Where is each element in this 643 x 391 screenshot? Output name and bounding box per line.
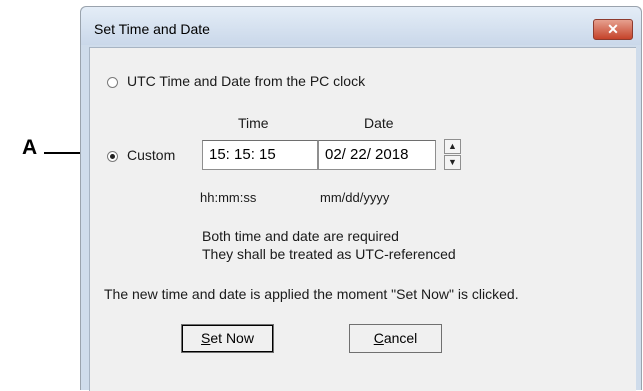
close-icon: ✕ [607,21,619,37]
time-header: Time [238,115,269,131]
set-time-date-dialog: Set Time and Date ✕ UTC Time and Date fr… [80,6,642,391]
spin-up-icon[interactable]: ▲ [444,139,461,154]
set-now-label: et Now [210,330,254,346]
dialog-title: Set Time and Date [94,21,210,37]
custom-radio-label[interactable]: Custom [127,147,175,163]
date-header: Date [364,115,394,131]
date-spinner[interactable]: ▲ ▼ [444,139,461,171]
custom-radio[interactable] [107,151,118,162]
cancel-button[interactable]: Cancel [349,324,442,353]
callout-label-a: A [22,136,38,159]
radio-selected-dot [110,154,115,159]
note-required: Both time and date are required [202,228,399,244]
date-input[interactable]: 02/ 22/ 2018 [318,140,436,170]
note-utc-referenced: They shall be treated as UTC-referenced [202,246,456,262]
cancel-mnemonic: C [373,330,384,346]
set-now-button[interactable]: Set Now [181,324,274,353]
set-now-mnemonic: S [201,330,211,346]
utc-radio-label[interactable]: UTC Time and Date from the PC clock [127,73,365,89]
title-bar[interactable]: Set Time and Date ✕ [81,7,641,45]
close-button[interactable]: ✕ [593,19,633,40]
spin-down-icon[interactable]: ▼ [444,155,461,170]
dialog-client-area: UTC Time and Date from the PC clock Time… [89,47,636,391]
time-format-hint: hh:mm:ss [200,190,257,205]
time-input[interactable]: 15: 15: 15 [202,140,318,170]
date-format-hint: mm/dd/yyyy [320,190,390,205]
note-apply: The new time and date is applied the mom… [104,286,519,302]
cancel-label: ancel [383,330,418,346]
utc-radio[interactable] [107,77,118,88]
